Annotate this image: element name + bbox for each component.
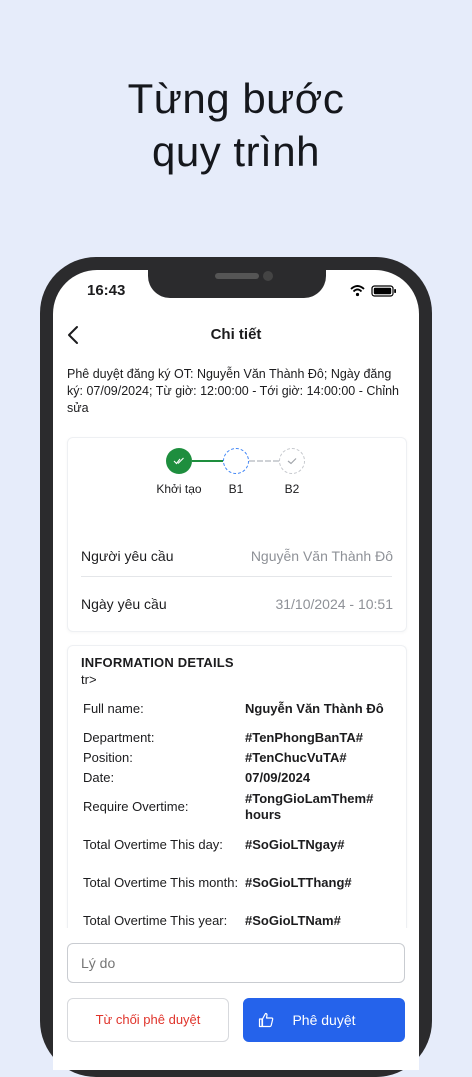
step-connector-done xyxy=(192,460,223,462)
table-row: Total Overtime This month: #SoGioLTThang… xyxy=(83,864,395,902)
table-row: Require Overtime: #TongGioLamThem# hours xyxy=(83,788,395,826)
status-time: 16:43 xyxy=(87,282,126,299)
detail-key: Department: xyxy=(83,730,155,745)
step-pending-check-icon xyxy=(279,448,305,474)
table-row: Full name: Nguyễn Văn Thành Đô xyxy=(83,690,395,728)
request-date-label: Ngày yêu cầu xyxy=(81,596,167,612)
wifi-icon xyxy=(350,285,365,297)
detail-key: Require Overtime: xyxy=(83,799,189,814)
headline: Từng bước quy trình xyxy=(0,72,472,178)
table-row: Position: #TenChucVuTA# xyxy=(83,748,395,768)
step-current-icon xyxy=(223,448,249,474)
detail-value: 07/09/2024 xyxy=(245,770,311,785)
step-connector-pending xyxy=(249,460,279,462)
step-label-b2: B2 xyxy=(284,482,300,496)
reject-button[interactable]: Từ chối phê duyệt xyxy=(67,998,229,1042)
detail-value: #TongGioLamThem# hours xyxy=(245,791,374,822)
stray-markup-text: tr> xyxy=(81,672,97,687)
page-title: Chi tiết xyxy=(210,326,262,343)
detail-value: #SoGioLTThang# xyxy=(245,875,352,890)
information-details-card: INFORMATION DETAILS tr> Full name: Nguyễ… xyxy=(67,645,407,946)
detail-value: #SoGioLTNgay# xyxy=(245,837,345,852)
table-row: Date: 07/09/2024 xyxy=(83,768,395,788)
workflow-stepper: Khởi tạo B1 B2 xyxy=(68,438,406,508)
requester-value: Nguyễn Văn Thành Đô xyxy=(250,548,393,564)
headline-line-2: quy trình xyxy=(152,128,320,175)
row-divider xyxy=(81,576,392,577)
table-row: Department: #TenPhongBanTA# xyxy=(83,728,395,748)
speaker-grille xyxy=(215,273,259,279)
detail-key: Total Overtime This day: xyxy=(83,837,223,852)
detail-value: #TenChucVuTA# xyxy=(245,750,347,765)
approve-button-label: Phê duyệt xyxy=(292,1012,356,1028)
detail-value: #TenPhongBanTA# xyxy=(245,730,363,745)
table-row: Total Overtime This day: #SoGioLTNgay# xyxy=(83,826,395,864)
step-done-check-icon xyxy=(166,448,192,474)
approve-button[interactable]: Phê duyệt xyxy=(243,998,405,1042)
reason-input[interactable] xyxy=(67,943,405,983)
detail-key: Total Overtime This month: xyxy=(83,875,239,890)
request-date-value: 31/10/2024 - 10:51 xyxy=(275,596,393,612)
detail-key: Full name: xyxy=(83,701,144,716)
thumbs-up-icon xyxy=(258,1012,274,1028)
detail-key: Date: xyxy=(83,770,115,785)
detail-key: Position: xyxy=(83,750,133,765)
battery-icon xyxy=(371,285,396,297)
detail-value: Nguyễn Văn Thành Đô xyxy=(245,701,384,716)
information-details-title: INFORMATION DETAILS xyxy=(81,655,234,670)
status-icons xyxy=(350,285,396,297)
information-details-table: Full name: Nguyễn Văn Thành Đô Departmen… xyxy=(83,690,395,940)
headline-line-1: Từng bước xyxy=(127,75,345,122)
workflow-card: Khởi tạo B1 B2 Người yêu cầu Nguyễn Văn … xyxy=(67,437,407,632)
request-description: Phê duyệt đăng ký OT: Nguyễn Văn Thành Đ… xyxy=(67,367,399,415)
requester-label: Người yêu cầu xyxy=(81,548,174,564)
front-camera xyxy=(263,271,273,281)
